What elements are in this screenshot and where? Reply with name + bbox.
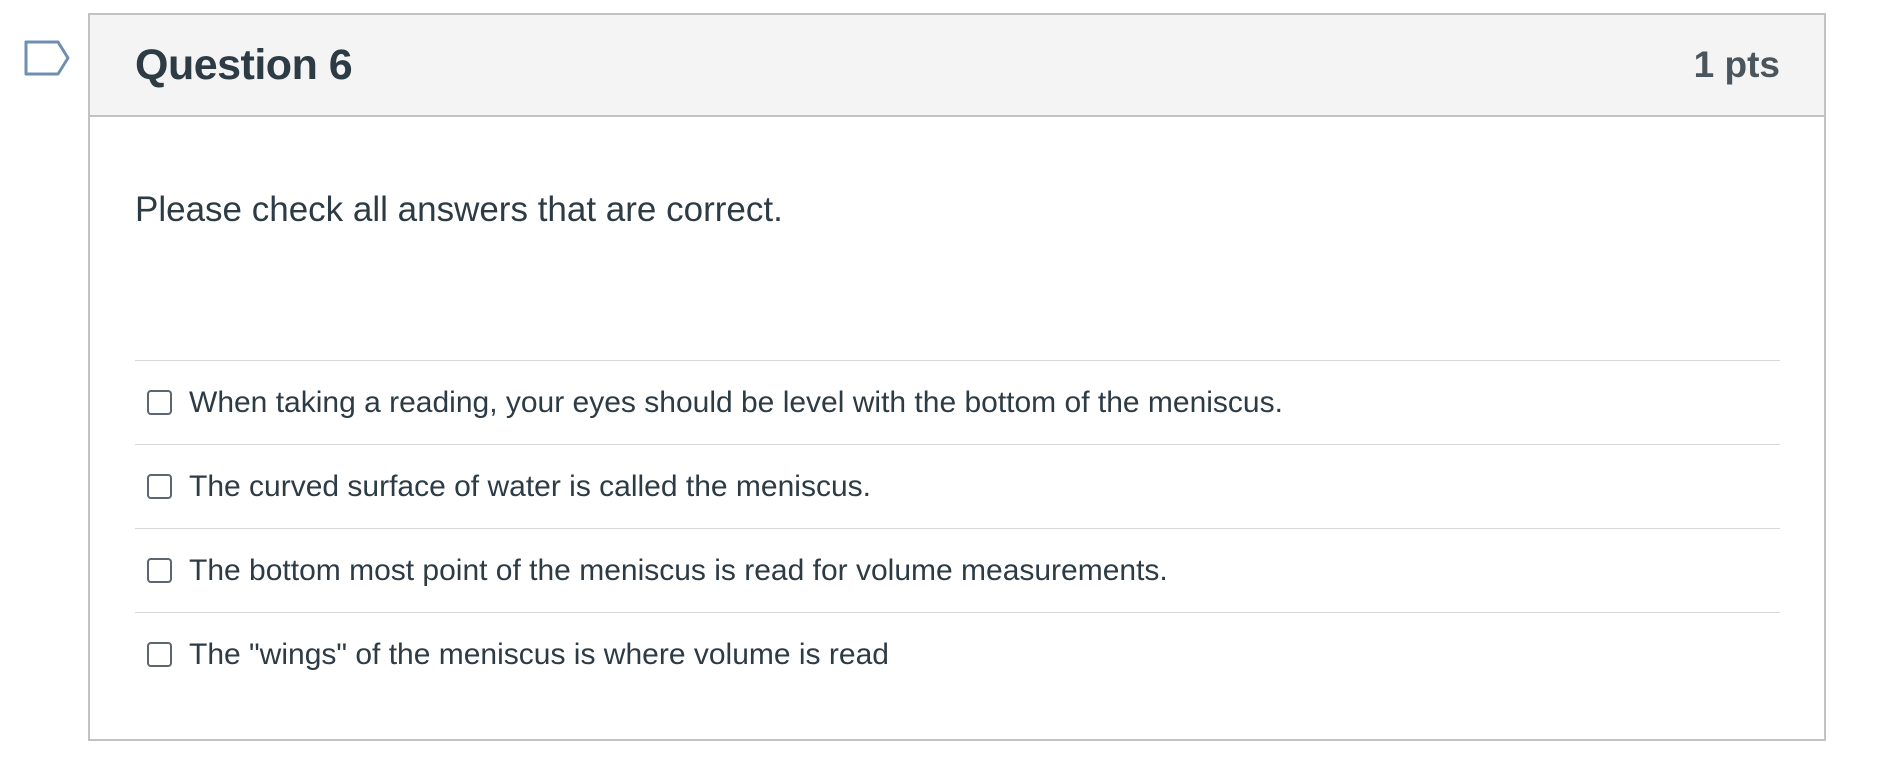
answer-option[interactable]: When taking a reading, your eyes should … xyxy=(135,361,1780,445)
answer-label: The curved surface of water is called th… xyxy=(189,469,871,503)
answer-checkbox[interactable] xyxy=(147,474,172,499)
question-card: Question 6 1 pts Please check all answer… xyxy=(88,13,1826,741)
answer-checkbox[interactable] xyxy=(147,390,172,415)
question-points: 1 pts xyxy=(1693,44,1780,85)
answer-label: The "wings" of the meniscus is where vol… xyxy=(189,637,889,671)
answer-checkbox[interactable] xyxy=(147,642,172,667)
answer-option[interactable]: The bottom most point of the meniscus is… xyxy=(135,529,1780,613)
answer-option[interactable]: The "wings" of the meniscus is where vol… xyxy=(135,613,1780,696)
question-prompt: Please check all answers that are correc… xyxy=(135,190,783,229)
question-body: Please check all answers that are correc… xyxy=(90,186,1824,696)
answer-label: The bottom most point of the meniscus is… xyxy=(189,553,1168,587)
answer-checkbox[interactable] xyxy=(147,558,172,583)
flag-question-icon[interactable] xyxy=(24,40,72,80)
answer-option[interactable]: The curved surface of water is called th… xyxy=(135,445,1780,529)
answer-list: When taking a reading, your eyes should … xyxy=(135,360,1780,696)
question-title: Question 6 xyxy=(135,40,353,89)
question-header: Question 6 1 pts xyxy=(90,15,1824,117)
answer-label: When taking a reading, your eyes should … xyxy=(189,385,1283,419)
